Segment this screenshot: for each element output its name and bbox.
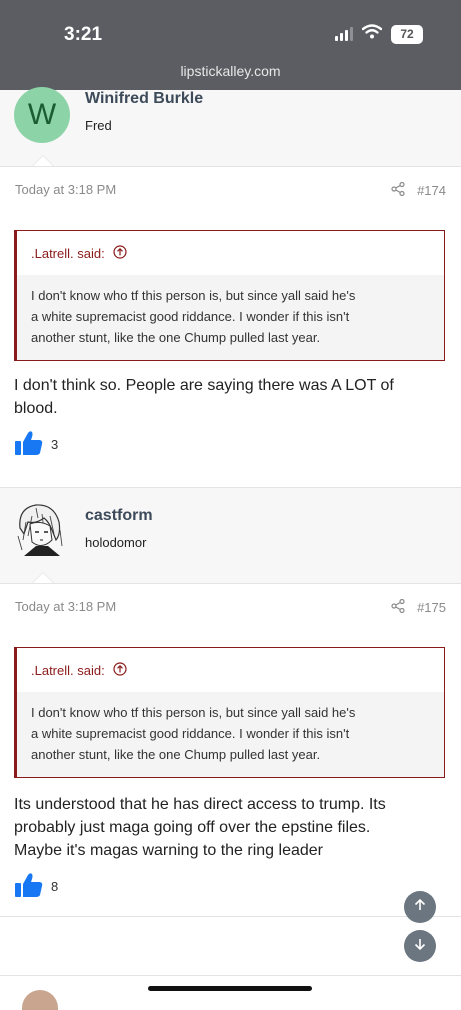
share-icon[interactable] (391, 598, 405, 616)
avatar[interactable]: W (14, 87, 70, 143)
quote-block: .Latrell. said: I don't know who tf this… (14, 647, 445, 778)
author-caret (32, 155, 54, 166)
post-divider (0, 975, 461, 976)
post-number[interactable]: #175 (417, 600, 446, 615)
post-body: I don't think so. People are saying ther… (14, 377, 394, 417)
cellular-signal-icon (335, 27, 353, 41)
reaction-summary[interactable]: 3 (14, 430, 58, 459)
post-user-title: Fred (85, 118, 112, 133)
quote-source[interactable]: .Latrell. said: (31, 246, 105, 261)
reaction-summary[interactable]: 8 (14, 872, 58, 901)
scroll-up-button[interactable] (404, 891, 436, 923)
arrow-up-circle-icon[interactable] (113, 244, 127, 262)
home-indicator (148, 986, 312, 991)
post-author-band (0, 90, 461, 167)
post-username[interactable]: castform (85, 507, 153, 525)
post-date[interactable]: Today at 3:18 PM (15, 182, 116, 197)
author-caret (32, 572, 54, 583)
quote-text: I don't know who tf this person is, but … (31, 288, 356, 345)
wifi-icon (361, 24, 383, 44)
battery-indicator: 72 (391, 24, 423, 44)
post-meta-actions: #174 (391, 181, 446, 199)
quote-text: I don't know who tf this person is, but … (31, 705, 356, 762)
status-bar: 3:21 72 lipstickalley.com (0, 0, 461, 90)
arrow-up-icon (413, 898, 427, 917)
quote-header: .Latrell. said: (17, 231, 444, 275)
status-time: 3:21 (64, 24, 103, 45)
post-date[interactable]: Today at 3:18 PM (15, 599, 116, 614)
thumbs-up-icon[interactable] (14, 872, 44, 901)
thumbs-up-icon[interactable] (14, 430, 44, 459)
post-body: Its understood that he has direct access… (14, 796, 386, 859)
post-author-band (0, 488, 461, 584)
arrow-down-icon (413, 937, 427, 956)
post-number[interactable]: #174 (417, 183, 446, 198)
quote-source[interactable]: .Latrell. said: (31, 663, 105, 678)
like-count: 8 (51, 879, 59, 894)
like-count: 3 (51, 437, 59, 452)
post-meta-actions: #175 (391, 598, 446, 616)
quote-block: .Latrell. said: I don't know who tf this… (14, 230, 445, 361)
scroll-down-button[interactable] (404, 930, 436, 962)
post-user-title: holodomor (85, 535, 147, 550)
quote-header: .Latrell. said: (17, 648, 444, 692)
address-bar-url[interactable]: lipstickalley.com (0, 63, 461, 79)
post-username[interactable]: Winifred Burkle (85, 90, 203, 108)
avatar[interactable] (22, 990, 58, 1010)
share-icon[interactable] (391, 181, 405, 199)
status-icons: 72 (335, 24, 423, 44)
post-divider (0, 916, 461, 917)
arrow-up-circle-icon[interactable] (113, 661, 127, 679)
avatar[interactable] (14, 500, 66, 560)
